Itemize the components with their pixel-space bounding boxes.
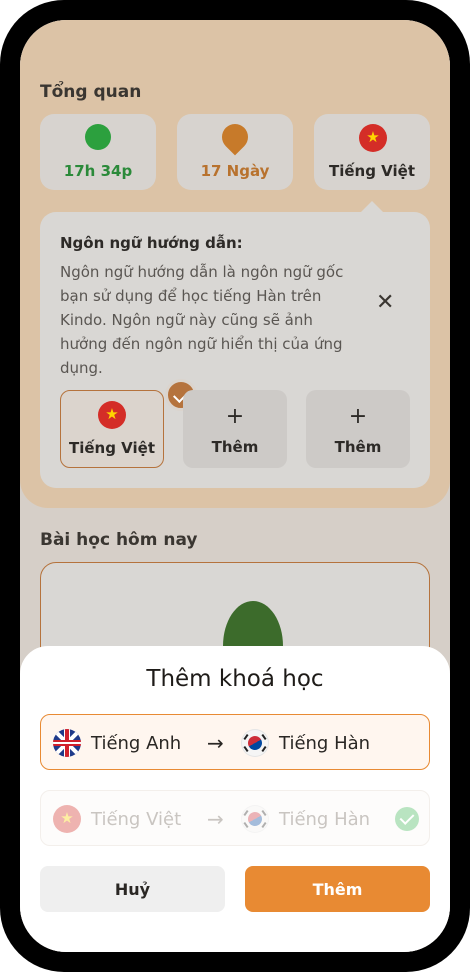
stat-card-language[interactable]: ★ Tiếng Việt xyxy=(314,114,430,190)
fire-icon xyxy=(216,118,254,156)
arrow-right-icon: → xyxy=(207,731,224,755)
course-to-label: Tiếng Hàn xyxy=(279,732,371,754)
stat-card-time[interactable]: 17h 34p xyxy=(40,114,156,190)
overview-panel: Tổng quan 17h 34p 17 Ngày ★ Tiếng Việt N… xyxy=(20,20,450,508)
plus-icon: + xyxy=(225,404,245,429)
guide-description: Ngôn ngữ hướng dẫn là ngôn ngữ gốc bạn s… xyxy=(60,263,344,377)
language-slot-selected[interactable]: ★ Tiếng Việt xyxy=(60,379,197,468)
sheet-title: Thêm khoá học xyxy=(146,666,324,692)
add-language-slot[interactable]: + Thêm xyxy=(183,390,287,468)
add-language-slot[interactable]: + Thêm xyxy=(306,390,410,468)
timer-icon xyxy=(85,124,111,150)
course-to-label: Tiếng Hàn xyxy=(279,808,371,830)
course-from-label: Tiếng Việt xyxy=(91,808,182,830)
course-option-english-korean[interactable]: Tiếng Anh → Tiếng Hàn xyxy=(40,714,430,770)
screen: Tổng quan 17h 34p 17 Ngày ★ Tiếng Việt N… xyxy=(20,20,450,952)
arrow-right-icon: → xyxy=(207,807,224,831)
device-frame: Tổng quan 17h 34p 17 Ngày ★ Tiếng Việt N… xyxy=(0,0,470,972)
stat-language-text: Tiếng Việt xyxy=(328,162,415,180)
slot-label: Thêm xyxy=(211,438,259,456)
vietnam-flag-icon: ★ xyxy=(359,124,387,152)
stat-time-text: 17h 34p xyxy=(63,162,133,180)
cancel-button[interactable]: Huỷ xyxy=(40,866,225,912)
course-option-vietnamese-korean: ★ Tiếng Việt → Tiếng Hàn xyxy=(40,790,430,846)
slot-label: Thêm xyxy=(334,438,382,456)
stat-card-streak[interactable]: 17 Ngày xyxy=(177,114,293,190)
uk-flag-icon xyxy=(53,729,81,757)
course-from-label: Tiếng Anh xyxy=(91,732,182,754)
guide-card: Ngôn ngữ hướng dẫn: Ngôn ngữ hướng dẫn l… xyxy=(40,212,430,488)
check-icon xyxy=(395,807,419,831)
vietnam-flag-icon: ★ xyxy=(53,805,81,833)
slot-label: Tiếng Việt xyxy=(68,439,155,457)
korea-flag-icon xyxy=(241,805,269,833)
vietnam-flag-icon: ★ xyxy=(98,401,126,429)
korea-flag-icon xyxy=(241,729,269,757)
add-button[interactable]: Thêm xyxy=(245,866,430,912)
close-icon[interactable]: ✕ xyxy=(376,290,394,315)
plus-icon: + xyxy=(348,404,368,429)
lessons-title: Bài học hôm nay xyxy=(40,530,198,550)
guide-title: Ngôn ngữ hướng dẫn: xyxy=(60,234,243,252)
overview-title: Tổng quan xyxy=(40,82,142,102)
stat-streak-text: 17 Ngày xyxy=(200,162,270,180)
